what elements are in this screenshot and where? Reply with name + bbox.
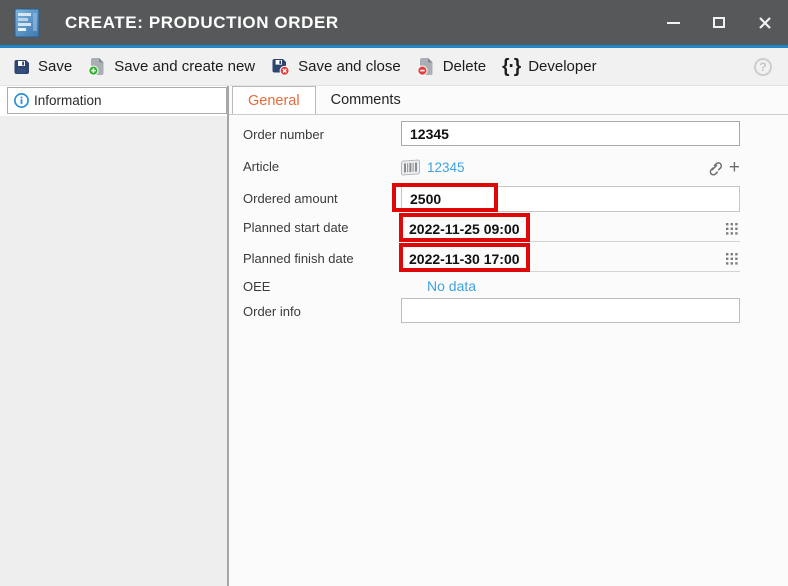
titlebar: CREATE: PRODUCTION ORDER — [0, 0, 788, 45]
production-order-window: CREATE: PRODUCTION ORDER Save — [0, 0, 788, 586]
save-and-create-new-label: Save and create new — [114, 58, 255, 75]
ordered-amount-label: Ordered amount — [243, 191, 395, 206]
developer-label: Developer — [528, 58, 596, 75]
grid-dots-icon — [726, 253, 738, 265]
close-icon — [758, 16, 772, 30]
planned-finish-date-label: Planned finish date — [243, 251, 395, 266]
developer-button[interactable]: {·} Developer — [496, 53, 607, 80]
planned-finish-date-field[interactable]: 2022-11-30 17:00 — [401, 246, 740, 272]
article-row: 12345 + — [401, 156, 740, 178]
maximize-button[interactable] — [696, 0, 742, 45]
save-and-close-button[interactable]: Save and close — [265, 54, 411, 80]
file-plus-icon — [88, 57, 106, 76]
add-article-icon[interactable]: + — [729, 158, 740, 177]
planned-finish-date-value: 2022-11-30 17:00 — [401, 251, 520, 267]
file-delete-icon — [417, 57, 435, 76]
tab-comments[interactable]: Comments — [316, 86, 416, 114]
oee-no-data-link[interactable]: No data — [427, 278, 476, 294]
window-controls — [650, 0, 788, 45]
barcode-icon — [401, 159, 420, 175]
maximize-icon — [713, 17, 725, 28]
grid-dots-icon — [726, 223, 738, 235]
order-info-input[interactable] — [401, 298, 740, 323]
tab-strip: General Comments — [229, 86, 788, 115]
content-area: Information General Comments Order numbe… — [0, 86, 788, 586]
tab-general[interactable]: General — [232, 86, 316, 114]
save-and-create-new-button[interactable]: Save and create new — [82, 53, 265, 80]
save-button[interactable]: Save — [7, 54, 82, 79]
main-panel: General Comments Order number Article — [229, 86, 788, 586]
link-icon[interactable] — [706, 159, 723, 176]
article-link[interactable]: 12345 — [427, 160, 465, 175]
minimize-icon — [667, 22, 680, 24]
save-label: Save — [38, 58, 72, 75]
ordered-amount-input[interactable] — [401, 186, 740, 212]
planned-start-date-field[interactable]: 2022-11-25 09:00 — [401, 216, 740, 242]
save-and-close-label: Save and close — [298, 58, 401, 75]
toolbar: Save Save and create new Save and close — [0, 48, 788, 86]
info-icon — [13, 92, 30, 109]
delete-label: Delete — [443, 58, 486, 75]
oee-label: OEE — [243, 279, 395, 294]
oee-row: No data — [401, 278, 740, 296]
planned-start-date-label: Planned start date — [243, 220, 395, 235]
floppy-close-icon — [271, 58, 290, 76]
app-document-icon — [14, 8, 40, 38]
article-label: Article — [243, 159, 395, 174]
sidebar-information-label: Information — [34, 93, 102, 108]
planned-start-date-picker-button[interactable] — [726, 223, 738, 235]
delete-button[interactable]: Delete — [411, 53, 496, 80]
order-info-label: Order info — [243, 304, 395, 319]
article-actions: + — [706, 158, 740, 177]
form: Order number Article 12345 — [229, 120, 788, 586]
sidebar-information-header[interactable]: Information — [7, 87, 227, 114]
planned-start-date-value: 2022-11-25 09:00 — [401, 221, 520, 237]
window-title: CREATE: PRODUCTION ORDER — [65, 13, 339, 33]
developer-braces-icon: {·} — [502, 57, 520, 76]
help-icon[interactable]: ? — [754, 58, 772, 76]
minimize-button[interactable] — [650, 0, 696, 45]
save-floppy-icon — [13, 59, 30, 75]
close-button[interactable] — [742, 0, 788, 45]
order-number-label: Order number — [243, 127, 395, 142]
order-number-input[interactable] — [401, 121, 740, 146]
sidebar: Information — [0, 86, 229, 586]
planned-finish-date-picker-button[interactable] — [726, 253, 738, 265]
